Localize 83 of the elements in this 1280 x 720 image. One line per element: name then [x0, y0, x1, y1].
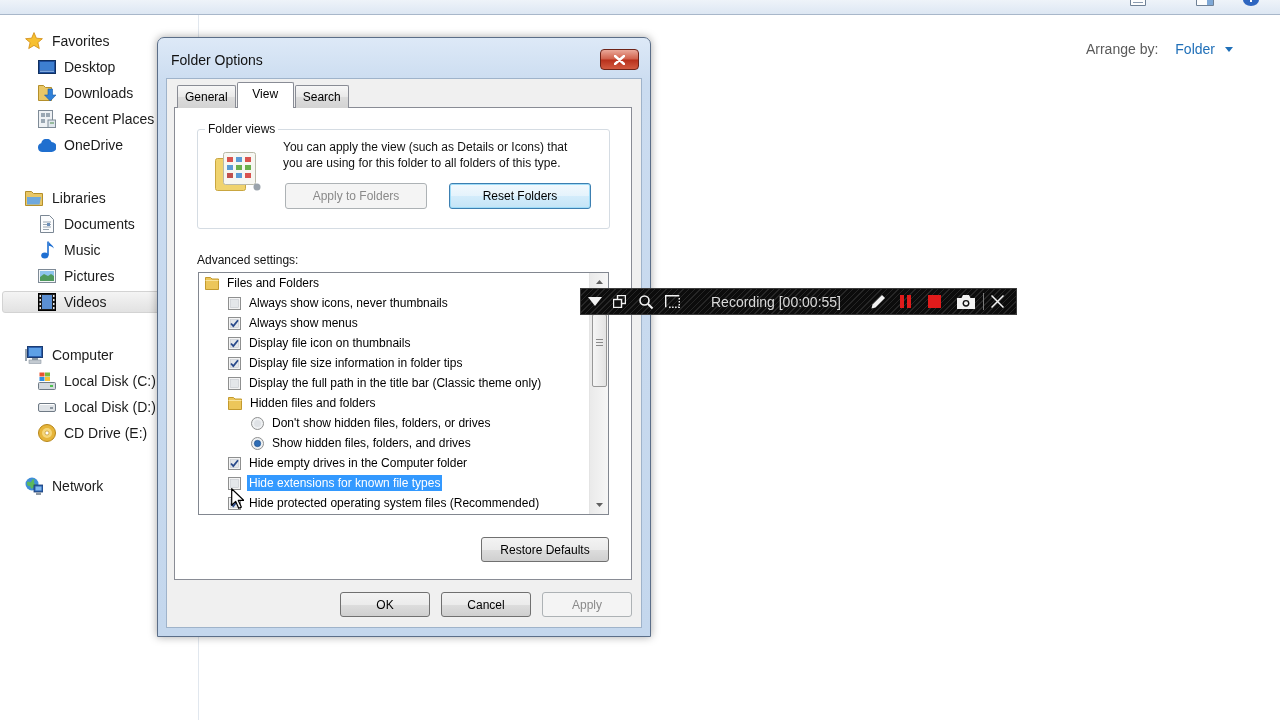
- view-icon[interactable]: [1130, 0, 1146, 6]
- search-icon[interactable]: [639, 294, 653, 309]
- setting-label[interactable]: Don't show hidden files, folders, or drives: [270, 415, 493, 431]
- help-icon[interactable]: [1243, 0, 1259, 6]
- sidebar-item[interactable]: Music: [2, 239, 196, 261]
- group-label: Folder views: [207, 122, 277, 136]
- tab[interactable]: General: [177, 85, 236, 108]
- star-icon: [25, 32, 43, 50]
- sidebar-heading[interactable]: Favorites: [2, 30, 196, 52]
- scrollbar-thumb[interactable]: [591, 314, 607, 387]
- network-icon: [25, 477, 43, 495]
- preview-pane-icon[interactable]: [1196, 0, 1214, 6]
- radio-button[interactable]: [251, 416, 264, 430]
- sidebar-item[interactable]: Pictures: [2, 265, 196, 287]
- section-label: Advanced settings:: [197, 253, 300, 267]
- picture-icon: [38, 269, 56, 283]
- checkbox[interactable]: [228, 336, 241, 350]
- document-icon: [40, 215, 54, 233]
- drive-icon: [38, 402, 56, 412]
- folder-icon: [25, 190, 43, 206]
- cloud-icon: [38, 138, 56, 152]
- setting-label[interactable]: Hide protected operating system files (Recommended): [247, 495, 542, 511]
- pause-icon[interactable]: [900, 295, 911, 308]
- category-label[interactable]: Hidden files and folders: [248, 395, 378, 411]
- sidebar-item[interactable]: OneDrive: [2, 134, 196, 156]
- close-icon: [614, 54, 625, 65]
- sidebar-item[interactable]: Local Disk (D:): [2, 396, 196, 418]
- dialog-title: Folder Options: [170, 52, 263, 68]
- overlapping-squares-icon[interactable]: [613, 295, 626, 308]
- setting-label[interactable]: Display file size information in folder tips: [247, 355, 465, 371]
- sidebar-item[interactable]: Local Disk (C:): [2, 370, 196, 392]
- close-button[interactable]: [600, 49, 639, 70]
- setting-label[interactable]: Always show menus: [247, 315, 360, 331]
- close-icon[interactable]: [991, 295, 1004, 308]
- caret-down-icon[interactable]: [588, 297, 602, 306]
- radio-button[interactable]: [251, 436, 264, 450]
- sidebar-heading[interactable]: Computer: [2, 344, 196, 366]
- setting-label[interactable]: Show hidden files, folders, and drives: [270, 435, 473, 451]
- category-label[interactable]: Files and Folders: [225, 275, 322, 291]
- setting-label[interactable]: Display the full path in the title bar (Classic theme only): [247, 375, 544, 391]
- selection-rectangle-icon[interactable]: [665, 295, 680, 308]
- checkbox[interactable]: [228, 456, 241, 470]
- button[interactable]: OK: [340, 592, 430, 617]
- folder-arrow-icon: [38, 85, 56, 101]
- tab[interactable]: Search: [294, 85, 349, 108]
- disc-icon: [38, 424, 56, 442]
- recording-status: Recording [00:00:55]: [711, 293, 841, 310]
- checkbox[interactable]: [228, 376, 241, 390]
- sidebar-heading[interactable]: Network: [2, 475, 196, 497]
- checkbox[interactable]: [228, 296, 241, 310]
- up-arrow-icon[interactable]: [595, 280, 603, 284]
- sidebar-item[interactable]: Recent Places: [2, 108, 196, 130]
- description-text: You can apply the view (such as Details or Icons) that you are using for this folder to all folders of this type.: [283, 139, 569, 171]
- restore-defaults-button[interactable]: Restore Defaults: [481, 537, 609, 562]
- button[interactable]: Cancel: [441, 592, 531, 617]
- pencil-icon[interactable]: [871, 294, 886, 309]
- monitor-icon: [38, 60, 56, 74]
- setting-label[interactable]: Always show icons, never thumbnails: [247, 295, 450, 311]
- checkbox[interactable]: [228, 476, 241, 490]
- drive-icon: [38, 372, 56, 390]
- folder-icon: [228, 396, 242, 410]
- grip-icon: [595, 339, 603, 346]
- button[interactable]: Reset Folders: [449, 183, 591, 209]
- arrange-dropdown[interactable]: Folder: [1175, 41, 1233, 57]
- mouse-cursor-icon: [231, 488, 244, 509]
- folder-grid-icon: [215, 152, 261, 191]
- setting-label[interactable]: Display file icon on thumbnails: [247, 335, 413, 351]
- tab[interactable]: View: [236, 82, 294, 108]
- arrange-label: Arrange by:: [1085, 41, 1159, 57]
- folder-icon: [205, 276, 219, 290]
- down-arrow-icon[interactable]: [595, 503, 603, 507]
- sidebar-item[interactable]: CD Drive (E:): [2, 422, 196, 444]
- checkbox[interactable]: [228, 316, 241, 330]
- caret-down-icon: [1225, 46, 1233, 52]
- music-note-icon: [40, 241, 54, 259]
- computer-icon: [25, 346, 43, 364]
- sidebar-heading[interactable]: Libraries: [2, 187, 196, 209]
- camera-icon[interactable]: [957, 294, 975, 309]
- document-grid-icon: [38, 110, 56, 128]
- checkbox[interactable]: [228, 356, 241, 370]
- sidebar-item[interactable]: Documents: [2, 213, 196, 235]
- setting-label[interactable]: Hide empty drives in the Computer folder: [247, 455, 470, 471]
- film-icon: [38, 293, 56, 311]
